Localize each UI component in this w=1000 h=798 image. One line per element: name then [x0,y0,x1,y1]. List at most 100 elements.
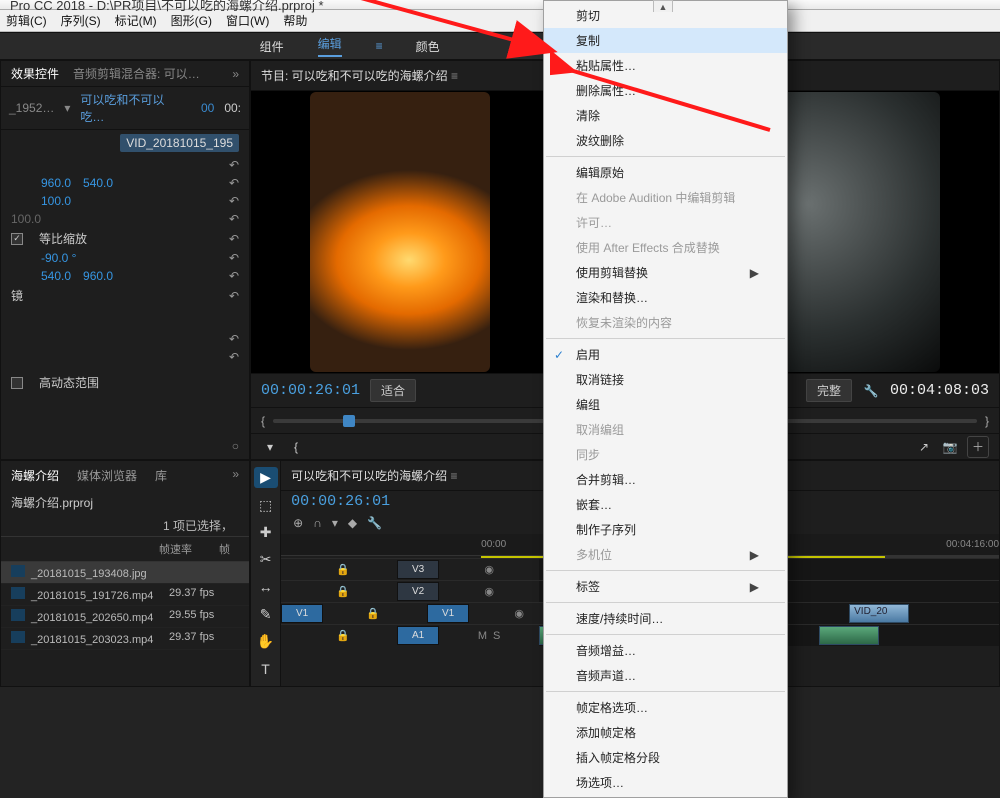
chevron-right-icon[interactable]: » [232,67,239,81]
rotation[interactable]: -90.0 ° [41,251,76,265]
menu-edit-original[interactable]: 编辑原始 [544,160,787,185]
scale[interactable]: 100.0 [41,194,71,208]
reset-icon[interactable]: ↶ [229,332,239,346]
reset-icon[interactable]: ↶ [229,269,239,283]
a1-label[interactable]: A1 [397,626,439,645]
reset-icon[interactable]: ↶ [229,176,239,190]
scroll-up-icon[interactable]: ▲ [653,0,673,12]
camera-icon[interactable]: 📷 [941,438,959,456]
v2-label[interactable]: V2 [397,582,439,601]
add-button[interactable]: ＋ [967,436,989,458]
menu-audio-channels[interactable]: 音频声道… [544,663,787,688]
playhead-knob[interactable] [343,415,355,427]
menu-speed-duration[interactable]: 速度/持续时间… [544,606,787,631]
sequence-name[interactable]: 可以吃和不可以吃… [80,91,181,125]
reset-icon[interactable]: ↶ [229,289,239,303]
wrench-icon[interactable]: 🔧 [367,516,382,530]
menu-enable[interactable]: ✓启用 [544,342,787,367]
selection-tool[interactable]: ▶ [254,467,278,488]
clip-badge[interactable]: VID_20181015_195 [120,134,239,152]
tab-library[interactable]: 库 [155,467,167,484]
chevron-right-icon[interactable]: » [232,467,239,484]
menu-clear[interactable]: 清除 [544,103,787,128]
link-icon[interactable]: ∩ [313,516,322,530]
hand-tool[interactable]: ✋ [254,631,278,652]
lock-icon[interactable]: 🔒 [336,585,350,598]
menu-window[interactable]: 窗口(W) [226,12,269,29]
program-fit2-dropdown[interactable]: 完整 [806,379,852,402]
menu-merge[interactable]: 合并剪辑… [544,467,787,492]
eye-icon[interactable]: ◉ [514,607,524,620]
slip-tool[interactable]: ↔ [254,577,278,598]
reset-icon[interactable]: ↶ [229,350,239,364]
lock-icon[interactable]: 🔒 [336,563,350,576]
pen-tool[interactable]: ✎ [254,604,278,625]
tab-editing[interactable]: 编辑 [318,35,342,57]
menu-copy[interactable]: 复制 [544,28,787,53]
col-other[interactable]: 帧 [219,541,239,557]
v1-source-label[interactable]: V1 [281,604,323,623]
lock-icon[interactable]: 🔒 [366,607,380,620]
tab-media-browser[interactable]: 媒体浏览器 [77,467,137,484]
menu-render-replace[interactable]: 渲染和替换… [544,285,787,310]
settings-icon[interactable]: ◆ [348,516,357,530]
lock-icon[interactable]: 🔒 [336,629,350,642]
tab-editing-menu-icon[interactable]: ≡ [376,39,382,53]
col-framerate[interactable]: 帧速率 [159,541,219,557]
brace-right-icon[interactable]: } [985,414,989,428]
program-timecode-left[interactable]: 00:00:26:01 [261,382,360,399]
program-fit-dropdown[interactable]: 适合 [370,379,416,402]
menu-ripple-delete[interactable]: 波纹删除 [544,128,787,153]
menu-group[interactable]: 编组 [544,392,787,417]
eye-icon[interactable]: ◉ [484,585,494,598]
project-item[interactable]: _20181015_202650.mp429.55 fps [1,606,249,628]
project-item[interactable]: _20181015_193408.jpg [1,562,249,584]
ripple-tool[interactable]: ✚ [254,522,278,543]
col-name[interactable] [11,541,159,557]
menu-field-options[interactable]: 场选项… [544,770,787,795]
project-item[interactable]: _20181015_191726.mp429.37 fps [1,584,249,606]
menu-audio-gain[interactable]: 音频增益… [544,638,787,663]
solo-button[interactable]: S [493,630,500,642]
menu-add-frame-hold[interactable]: 添加帧定格 [544,720,787,745]
reset-icon[interactable]: ↶ [229,194,239,208]
in-icon[interactable]: { [287,438,305,456]
wrench-icon[interactable]: 🔧 [862,382,880,400]
timeline-timecode[interactable]: 00:00:26:01 [291,493,390,510]
menu-insert-frame-hold-segment[interactable]: 插入帧定格分段 [544,745,787,770]
export-frame-icon[interactable]: ↗ [915,438,933,456]
snap-icon[interactable]: ⊕ [293,516,303,530]
menu-label[interactable]: 标签▶ [544,574,787,599]
menu-paste-attributes[interactable]: 粘贴属性… [544,53,787,78]
tab-project[interactable]: 海螺介绍 [11,467,59,484]
uniform-scale-checkbox[interactable]: ✓ [11,233,23,245]
menu-nest[interactable]: 嵌套… [544,492,787,517]
clip-v1[interactable]: VID_20 [849,604,909,623]
audio-clip[interactable] [819,626,879,645]
anchor-x[interactable]: 540.0 [41,269,71,283]
project-item[interactable]: _20181015_203023.mp429.37 fps [1,628,249,650]
menu-make-subsequence[interactable]: 制作子序列 [544,517,787,542]
menu-graphic[interactable]: 图形(G) [171,12,212,29]
reset-icon[interactable]: ↶ [229,232,239,246]
tab-audio-clip-mixer[interactable]: 音频剪辑混合器: 可以吃和不可 [73,65,203,82]
marker-icon[interactable]: ▾ [261,438,279,456]
anchor-y[interactable]: 960.0 [83,269,113,283]
menu-help[interactable]: 帮助 [283,12,307,29]
track-select-tool[interactable]: ⬚ [254,494,278,515]
v1-label[interactable]: V1 [427,604,469,623]
scroll-handle[interactable]: ○ [232,439,239,453]
tab-effect-controls[interactable]: 效果控件 [11,65,59,82]
v3-label[interactable]: V3 [397,560,439,579]
type-tool[interactable]: T [254,659,278,680]
tab-assembly[interactable]: 组件 [260,38,284,55]
chevron-down-icon[interactable]: ▾ [64,101,70,115]
menu-delete-attributes[interactable]: 删除属性… [544,78,787,103]
menu-replace-clip[interactable]: 使用剪辑替换▶ [544,260,787,285]
razor-tool[interactable]: ✂ [254,549,278,570]
menu-edit[interactable]: 剪辑(C) [6,12,47,29]
menu-sequence[interactable]: 序列(S) [61,12,101,29]
brace-left-icon[interactable]: { [261,414,265,428]
position-y[interactable]: 540.0 [83,176,113,190]
tab-color[interactable]: 颜色 [416,38,440,55]
